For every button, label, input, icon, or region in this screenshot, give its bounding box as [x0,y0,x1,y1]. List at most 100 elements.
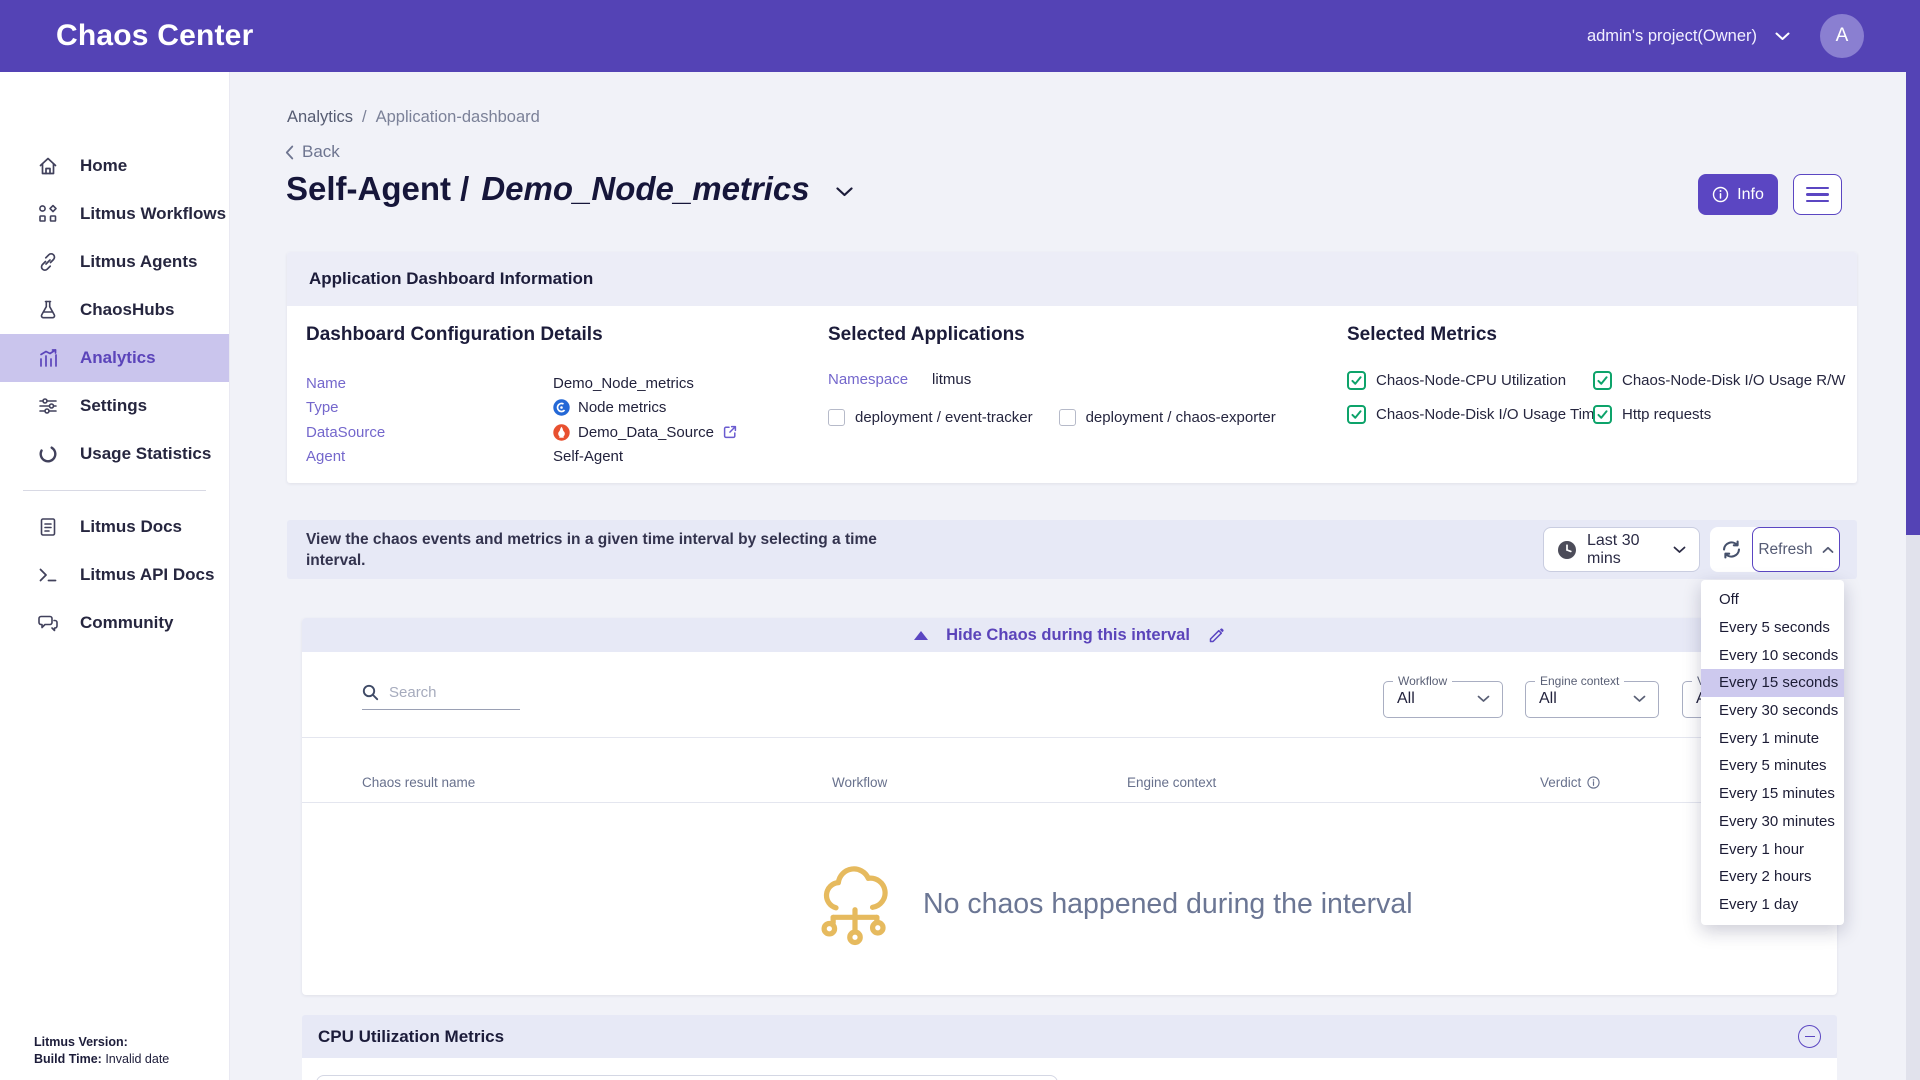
refresh-rate-menu: Off Every 5 seconds Every 10 seconds Eve… [1701,580,1844,925]
search-icon [362,684,379,701]
sidebar-item-chaoshubs[interactable]: ChaosHubs [0,286,229,334]
checkbox-checked-icon [1593,371,1612,390]
config-value: Demo_Node_metrics [553,375,694,392]
config-row-agent: Agent Self-Agent [306,445,738,470]
metric-disk-io-times[interactable]: Chaos-Node-Disk I/O Usage Times [1347,405,1593,424]
workflows-icon [36,203,59,226]
sidebar-item-litmus-agents[interactable]: Litmus Agents [0,238,229,286]
checkbox-checked-icon [1347,371,1366,390]
application-dashboard-info-card: Application Dashboard Information Dashbo… [287,252,1857,483]
avatar[interactable]: A [1820,14,1864,58]
breadcrumb-separator: / [362,108,367,127]
collapse-minus-button[interactable] [1798,1025,1821,1048]
hide-chaos-toggle[interactable]: Hide Chaos during this interval [302,618,1837,652]
checkbox-chaos-exporter[interactable]: deployment / chaos-exporter [1059,409,1276,426]
menu-item-every-5-minutes[interactable]: Every 5 minutes [1701,752,1844,780]
prometheus-icon [553,424,570,441]
sidebar-item-label: Home [80,156,127,176]
info-button[interactable]: Info [1698,174,1778,215]
interval-description-line1: View the chaos events and metrics in a g… [306,529,906,550]
refresh-icon[interactable] [1710,537,1752,562]
selected-metrics: Selected Metrics Chaos-Node-CPU Utilizat… [1347,324,1845,424]
workflow-filter[interactable]: Workflow All [1383,674,1503,718]
dashboard-options-button[interactable] [1793,174,1842,215]
menu-item-every-1-hour[interactable]: Every 1 hour [1701,835,1844,863]
dashboard-switcher-chevron-icon[interactable] [836,181,853,197]
info-circle-icon[interactable] [1587,776,1600,789]
checkbox-event-tracker[interactable]: deployment / event-tracker [828,409,1033,426]
metric-disk-io-rw[interactable]: Chaos-Node-Disk I/O Usage R/W [1593,371,1845,390]
sidebar-item-home[interactable]: Home [0,142,229,190]
chevron-left-icon [285,145,294,160]
edit-pencil-icon[interactable] [1208,627,1225,644]
time-range-select[interactable]: Last 30 mins [1543,527,1700,572]
empty-state: No chaos happened during the interval [817,856,1413,952]
clock-icon [1557,540,1577,560]
namespace-label: Namespace [828,371,908,388]
refresh-button-label: Refresh [1758,541,1812,559]
sidebar-item-litmus-workflows[interactable]: Litmus Workflows [0,190,229,238]
config-label: Agent [306,448,553,465]
menu-item-every-2-hours[interactable]: Every 2 hours [1701,863,1844,891]
checkbox-unchecked-icon [1059,409,1076,426]
search-input[interactable] [389,684,505,701]
column-chaos-result-name: Chaos result name [362,775,475,790]
sidebar-nav: Home Litmus Workflows Litmus Agents Chao… [0,72,229,478]
divider [302,802,1837,803]
cpu-utilization-section-header: CPU Utilization Metrics [302,1015,1837,1058]
sidebar-item-label: Litmus Workflows [80,204,226,224]
chevron-down-icon [1633,695,1646,703]
docs-icon [36,516,59,539]
card-body: Dashboard Configuration Details Name Dem… [287,306,1857,483]
menu-item-every-30-seconds[interactable]: Every 30 seconds [1701,697,1844,725]
sidebar-item-settings[interactable]: Settings [0,382,229,430]
engine-context-filter[interactable]: Engine context All [1525,674,1659,718]
metrics-title: Selected Metrics [1347,324,1845,346]
config-label: Name [306,375,553,392]
page-title: Self-Agent /Demo_Node_metrics [286,170,810,208]
card-band-title: Application Dashboard Information [287,252,1857,306]
column-verdict-label: Verdict [1540,775,1581,790]
api-docs-icon [36,564,59,587]
sidebar-item-usage-statistics[interactable]: Usage Statistics [0,430,229,478]
menu-item-off[interactable]: Off [1701,586,1844,614]
triangle-up-icon [914,631,928,640]
scrollbar-track[interactable] [1906,0,1920,1080]
column-workflow: Workflow [832,775,887,790]
sidebar-item-label: Litmus Agents [80,252,197,272]
build-time-label: Build Time: [34,1052,102,1066]
sidebar-item-analytics[interactable]: Analytics [0,334,229,382]
sidebar-item-litmus-docs[interactable]: Litmus Docs [0,503,229,551]
column-verdict: Verdict [1540,775,1600,790]
title-dashboard-name: Demo_Node_metrics [481,170,809,207]
applications-title: Selected Applications [828,324,1276,346]
metric-cpu-utilization[interactable]: Chaos-Node-CPU Utilization [1347,371,1593,390]
refresh-group: Refresh [1710,527,1840,572]
menu-item-every-15-seconds[interactable]: Every 15 seconds [1701,669,1844,697]
menu-item-every-1-minute[interactable]: Every 1 minute [1701,724,1844,752]
engine-context-filter-label: Engine context [1535,674,1624,688]
menu-item-every-30-minutes[interactable]: Every 30 minutes [1701,808,1844,836]
back-button[interactable]: Back [285,142,340,162]
screen: Chaos Center admin's project(Owner) A Ho… [0,0,1920,1080]
sidebar-item-community[interactable]: Community [0,599,229,647]
empty-message: No chaos happened during the interval [923,888,1413,921]
menu-item-every-15-minutes[interactable]: Every 15 minutes [1701,780,1844,808]
metric-http-requests[interactable]: Http requests [1593,405,1845,424]
menu-item-every-10-seconds[interactable]: Every 10 seconds [1701,641,1844,669]
breadcrumb-analytics[interactable]: Analytics [287,108,353,127]
scrollbar-thumb[interactable] [1906,0,1920,535]
chevron-down-icon[interactable] [1775,32,1790,41]
interval-description-line2: interval. [306,550,906,571]
cpu-section-body [302,1058,1837,1080]
breadcrumb: Analytics / Application-dashboard [287,108,540,127]
menu-item-every-5-seconds[interactable]: Every 5 seconds [1701,614,1844,642]
refresh-rate-button[interactable]: Refresh [1752,527,1840,572]
external-link-icon[interactable] [722,424,738,440]
sidebar-item-litmus-api-docs[interactable]: Litmus API Docs [0,551,229,599]
namespace-row: Namespace litmus [828,371,1276,388]
config-value: Self-Agent [553,448,623,465]
project-selector-label[interactable]: admin's project(Owner) [1587,27,1757,46]
menu-item-every-1-day[interactable]: Every 1 day [1701,891,1844,919]
namespace-value: litmus [932,371,971,388]
